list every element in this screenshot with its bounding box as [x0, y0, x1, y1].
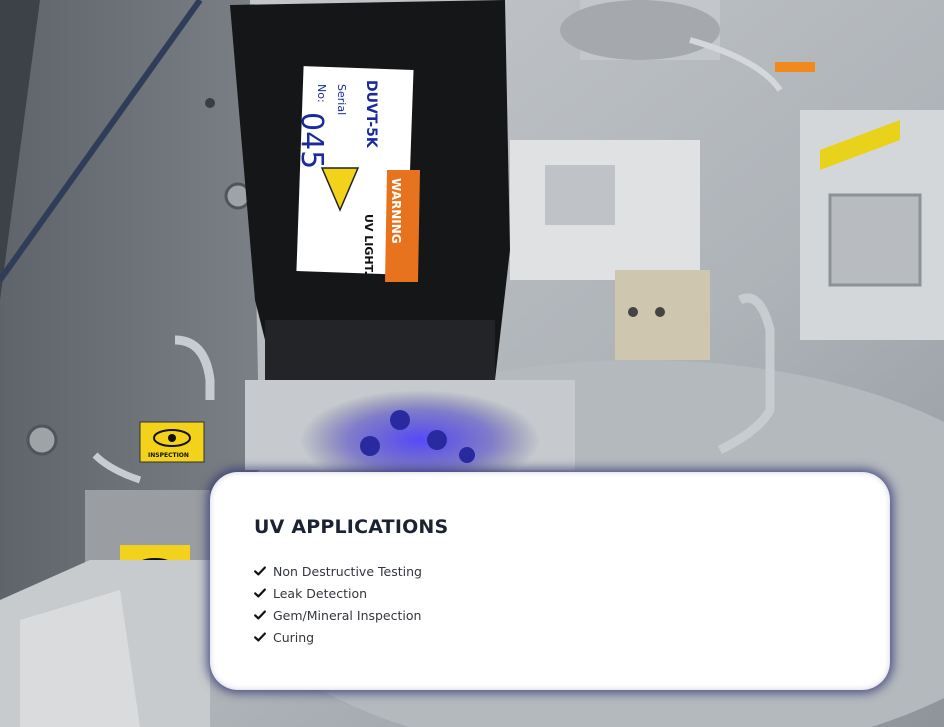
list-item: Leak Detection: [254, 582, 846, 604]
svg-text:Serial: Serial: [335, 84, 348, 115]
list-item-label: Leak Detection: [273, 585, 368, 601]
list-item-label: Curing: [273, 629, 315, 645]
check-icon: [254, 565, 266, 577]
check-icon: [254, 631, 266, 643]
check-icon: [254, 609, 266, 621]
svg-text:No:: No:: [315, 84, 328, 103]
list-item: Curing: [254, 626, 846, 648]
check-icon: [254, 587, 266, 599]
list-item-label: Gem/Mineral Inspection: [273, 607, 422, 623]
applications-list: Non Destructive Testing Leak Detection G…: [254, 560, 846, 648]
svg-text:DUVT-5K: DUVT-5K: [363, 80, 379, 149]
svg-text:045: 045: [294, 112, 329, 169]
svg-text:INSPECTION: INSPECTION: [148, 452, 189, 459]
svg-text:WARNING: WARNING: [389, 178, 403, 244]
list-item: Non Destructive Testing: [254, 560, 846, 582]
list-item: Gem/Mineral Inspection: [254, 604, 846, 626]
uv-applications-card: UV APPLICATIONS Non Destructive Testing …: [210, 472, 890, 690]
svg-text:UV LIGHT.: UV LIGHT.: [362, 214, 375, 275]
card-title: UV APPLICATIONS: [254, 516, 449, 538]
list-item-label: Non Destructive Testing: [273, 563, 422, 579]
